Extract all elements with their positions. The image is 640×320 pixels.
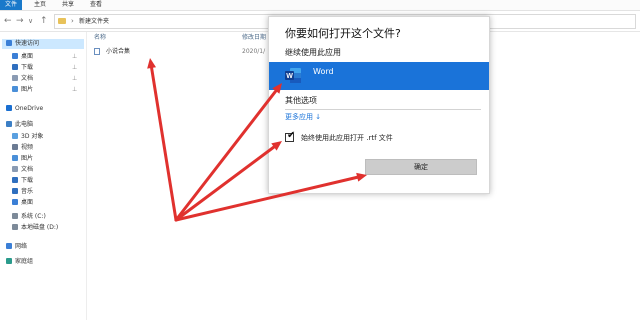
app-option-word[interactable]: W Word: [269, 62, 489, 90]
sidebar-item-onedrive[interactable]: OneDrive: [6, 104, 43, 114]
arrow-to-checkbox: [174, 144, 277, 222]
sidebar-item-network[interactable]: 网络: [6, 242, 27, 252]
other-options-label: 其他选项: [285, 96, 317, 105]
downloads-pc-icon: [12, 177, 18, 183]
sidebar-item-label: 桌面: [21, 53, 34, 60]
sidebar-item-label: 下载: [21, 177, 34, 184]
up-icon[interactable]: ↑: [40, 15, 48, 27]
pin-icon: ⊥: [72, 86, 78, 93]
tab-view[interactable]: 查看: [86, 0, 106, 10]
sidebar-item-drive-d[interactable]: 本地磁盘 (D:): [12, 223, 58, 233]
sidebar-item-label: OneDrive: [15, 105, 44, 112]
pin-icon: ⊥: [72, 75, 78, 82]
tab-share[interactable]: 共享: [58, 0, 78, 10]
sidebar-item-desktop-pc[interactable]: 桌面: [12, 198, 33, 208]
always-use-label: 始终使用此应用打开 .rtf 文件: [301, 134, 393, 142]
sidebar-item-label: 下载: [21, 64, 34, 71]
sidebar-item-label: 本地磁盘 (D:): [21, 224, 59, 231]
file-name: 小说合集: [106, 48, 131, 55]
sidebar-item-3d-objects[interactable]: 3D 对象: [12, 132, 43, 142]
file-date: 2020/1/: [242, 48, 266, 55]
sidebar-item-downloads[interactable]: 下载: [12, 63, 33, 73]
onedrive-icon: [6, 105, 12, 111]
desktop-pc-icon: [12, 199, 18, 205]
path-separator: ›: [71, 17, 74, 25]
sidebar-item-drive-c[interactable]: 系统 (C:): [12, 212, 46, 222]
column-header-date[interactable]: 修改日期: [242, 32, 266, 44]
videos-icon: [12, 144, 18, 150]
rtf-file-icon: [94, 48, 100, 55]
tab-home[interactable]: 主页: [30, 0, 50, 10]
tab-file[interactable]: 文件: [0, 0, 22, 10]
3d-objects-icon: [12, 133, 18, 139]
documents-pc-icon: [12, 166, 18, 172]
sidebar-item-documents[interactable]: 文档: [12, 74, 33, 84]
path-segment[interactable]: 新建文件夹: [79, 15, 109, 28]
sidebar-item-label: 文档: [21, 75, 34, 82]
forward-icon[interactable]: →: [16, 15, 24, 27]
pictures-pc-icon: [12, 155, 18, 161]
word-icon: W: [285, 68, 301, 83]
sidebar-item-label: 快速访问: [15, 40, 40, 47]
sidebar-item-label: 音乐: [21, 188, 34, 195]
column-header-name[interactable]: 名称: [94, 32, 106, 44]
sidebar-item-label: 文档: [21, 166, 34, 173]
sidebar-item-label: 3D 对象: [21, 133, 44, 140]
ribbon: 文件 主页 共享 查看: [0, 0, 640, 11]
sidebar-item-label: 网络: [15, 243, 28, 250]
sidebar-item-desktop[interactable]: 桌面: [12, 52, 33, 62]
drive-c-icon: [12, 213, 18, 219]
sidebar-item-label: 视频: [21, 144, 34, 151]
more-apps-link[interactable]: 更多应用 ↓: [285, 112, 321, 123]
sidebar-item-music[interactable]: 音乐: [12, 187, 33, 197]
documents-icon: [12, 75, 18, 81]
sidebar-item-downloads-pc[interactable]: 下载: [12, 176, 33, 186]
drive-d-icon: [12, 224, 18, 230]
sidebar-item-label: 图片: [21, 86, 34, 93]
app-name: Word: [313, 67, 334, 76]
desktop-icon: [12, 53, 18, 59]
sidebar-item-label: 家庭组: [15, 258, 34, 265]
sidebar-item-label: 此电脑: [15, 121, 34, 128]
sidebar-item-videos[interactable]: 视频: [12, 143, 33, 153]
ok-button[interactable]: 确定: [365, 159, 477, 175]
back-icon[interactable]: ←: [4, 15, 12, 27]
sidebar-item-this-pc[interactable]: 此电脑: [6, 120, 33, 130]
this-pc-icon: [6, 121, 12, 127]
dialog-title: 你要如何打开这个文件?: [285, 27, 401, 40]
pin-icon: ⊥: [72, 64, 78, 71]
divider: [285, 109, 481, 110]
sidebar-item-quick-access[interactable]: 快速访问: [2, 39, 84, 49]
pin-icon: ⊥: [72, 53, 78, 60]
sidebar-item-pictures-pc[interactable]: 图片: [12, 154, 33, 164]
quick-access-icon: [6, 40, 12, 46]
checkmark-icon: ✔: [287, 130, 296, 141]
sidebar-item-documents-pc[interactable]: 文档: [12, 165, 33, 175]
pictures-icon: [12, 86, 18, 92]
sidebar-item-pictures[interactable]: 图片: [12, 85, 33, 95]
arrow-to-app-row: [174, 88, 279, 222]
recent-dropdown-icon[interactable]: ∨: [28, 15, 33, 27]
sidebar-item-label: 图片: [21, 155, 34, 162]
network-icon: [6, 243, 12, 249]
arrow-to-file-head: [147, 58, 157, 69]
downloads-icon: [12, 64, 18, 70]
svg-text:W: W: [286, 73, 293, 80]
always-use-checkbox[interactable]: ✔: [285, 130, 296, 142]
sidebar-item-label: 桌面: [21, 199, 34, 206]
sidebar-item-homegroup[interactable]: 家庭组: [6, 257, 33, 267]
folder-icon: [58, 18, 66, 24]
open-with-dialog: 你要如何打开这个文件? 继续使用此应用 W Word 其他选项 更多应用 ↓ ✔…: [268, 16, 490, 194]
navigation-pane: 快速访问 桌面 ⊥ 下载 ⊥ 文档 ⊥ 图片 ⊥ OneDrive 此电脑 3D 对象 视频 图片 文档 下载…: [0, 32, 87, 320]
music-icon: [12, 188, 18, 194]
continue-using-label: 继续使用此应用: [285, 48, 341, 57]
homegroup-icon: [6, 258, 12, 264]
sidebar-item-label: 系统 (C:): [21, 213, 46, 220]
arrow-to-file: [149, 65, 178, 222]
